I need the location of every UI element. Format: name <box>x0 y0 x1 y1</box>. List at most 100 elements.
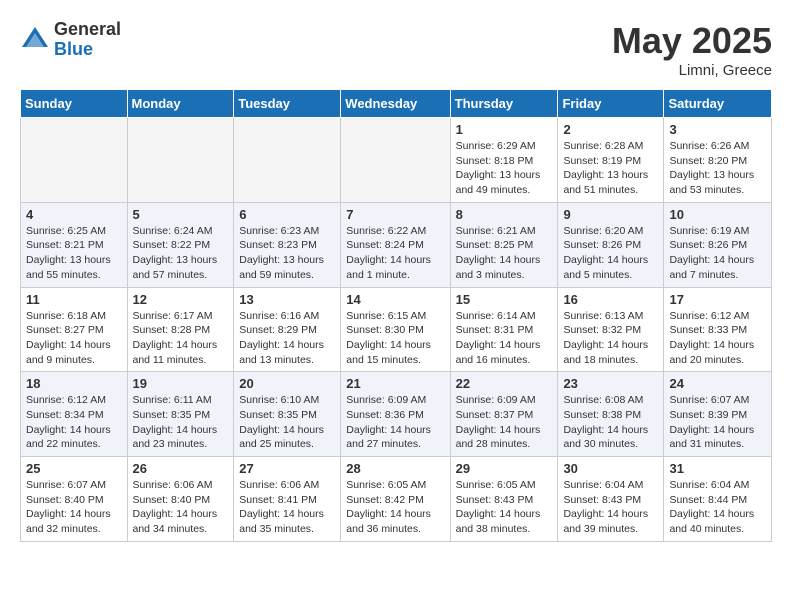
weekday-header: Friday <box>558 90 664 118</box>
day-info: Sunrise: 6:19 AMSunset: 8:26 PMDaylight:… <box>669 224 766 283</box>
day-number: 23 <box>563 376 658 391</box>
calendar-day-cell: 14Sunrise: 6:15 AMSunset: 8:30 PMDayligh… <box>341 287 450 372</box>
day-number: 8 <box>456 207 553 222</box>
month-title: May 2025 <box>612 20 772 62</box>
day-number: 24 <box>669 376 766 391</box>
day-number: 9 <box>563 207 658 222</box>
day-number: 2 <box>563 122 658 137</box>
calendar-week-row: 18 Sunrise: 6:12 AMSunset: 8:34 PMDayligh… <box>21 372 772 457</box>
title-block: May 2025 Limni, Greece <box>612 20 772 79</box>
day-info: Sunrise: 6:04 AMSunset: 8:44 PMDaylight:… <box>669 478 766 537</box>
calendar-day-cell: 31 Sunrise: 6:04 AMSunset: 8:44 PMDayligh… <box>664 457 772 542</box>
day-number: 21 <box>346 376 444 391</box>
logo-general: General <box>54 20 121 40</box>
day-info: Sunrise: 6:28 AMSunset: 8:19 PMDaylight:… <box>563 139 658 198</box>
calendar-day-cell: 27 Sunrise: 6:06 AMSunset: 8:41 PMDayligh… <box>234 457 341 542</box>
day-info: Sunrise: 6:21 AMSunset: 8:25 PMDaylight:… <box>456 224 553 283</box>
day-number: 11 <box>26 292 122 307</box>
day-number: 7 <box>346 207 444 222</box>
calendar-day-cell: 19 Sunrise: 6:11 AMSunset: 8:35 PMDayligh… <box>127 372 234 457</box>
calendar-day-cell: 16 Sunrise: 6:13 AMSunset: 8:32 PMDayligh… <box>558 287 664 372</box>
day-info: Sunrise: 6:25 AMSunset: 8:21 PMDaylight:… <box>26 224 122 283</box>
day-info: Sunrise: 6:26 AMSunset: 8:20 PMDaylight:… <box>669 139 766 198</box>
calendar-day-cell: 3 Sunrise: 6:26 AMSunset: 8:20 PMDaylight… <box>664 118 772 203</box>
day-info: Sunrise: 6:22 AMSunset: 8:24 PMDaylight:… <box>346 224 444 283</box>
day-info: Sunrise: 6:09 AMSunset: 8:37 PMDaylight:… <box>456 393 553 452</box>
calendar-day-cell: 25 Sunrise: 6:07 AMSunset: 8:40 PMDayligh… <box>21 457 128 542</box>
logo-text: General Blue <box>54 20 121 60</box>
day-info: Sunrise: 6:16 AMSunset: 8:29 PMDaylight:… <box>239 309 335 368</box>
day-info: Sunrise: 6:07 AMSunset: 8:39 PMDaylight:… <box>669 393 766 452</box>
day-number: 1 <box>456 122 553 137</box>
day-number: 13 <box>239 292 335 307</box>
calendar-week-row: 1 Sunrise: 6:29 AMSunset: 8:18 PMDaylight… <box>21 118 772 203</box>
day-number: 16 <box>563 292 658 307</box>
day-number: 5 <box>133 207 229 222</box>
day-number: 26 <box>133 461 229 476</box>
day-info: Sunrise: 6:20 AMSunset: 8:26 PMDaylight:… <box>563 224 658 283</box>
day-number: 12 <box>133 292 229 307</box>
day-number: 29 <box>456 461 553 476</box>
day-number: 18 <box>26 376 122 391</box>
location: Limni, Greece <box>612 62 772 79</box>
calendar-week-row: 4 Sunrise: 6:25 AMSunset: 8:21 PMDaylight… <box>21 202 772 287</box>
day-number: 19 <box>133 376 229 391</box>
calendar-day-cell <box>21 118 128 203</box>
day-number: 27 <box>239 461 335 476</box>
day-info: Sunrise: 6:23 AMSunset: 8:23 PMDaylight:… <box>239 224 335 283</box>
calendar-day-cell: 2 Sunrise: 6:28 AMSunset: 8:19 PMDaylight… <box>558 118 664 203</box>
calendar-day-cell: 26 Sunrise: 6:06 AMSunset: 8:40 PMDayligh… <box>127 457 234 542</box>
calendar-day-cell: 9 Sunrise: 6:20 AMSunset: 8:26 PMDaylight… <box>558 202 664 287</box>
calendar-day-cell: 30 Sunrise: 6:04 AMSunset: 8:43 PMDayligh… <box>558 457 664 542</box>
weekday-header: Tuesday <box>234 90 341 118</box>
calendar-day-cell <box>341 118 450 203</box>
day-info: Sunrise: 6:07 AMSunset: 8:40 PMDaylight:… <box>26 478 122 537</box>
day-number: 22 <box>456 376 553 391</box>
calendar-day-cell: 15Sunrise: 6:14 AMSunset: 8:31 PMDayligh… <box>450 287 558 372</box>
calendar-day-cell <box>234 118 341 203</box>
day-info: Sunrise: 6:29 AMSunset: 8:18 PMDaylight:… <box>456 139 553 198</box>
logo: General Blue <box>20 20 121 60</box>
day-info: Sunrise: 6:04 AMSunset: 8:43 PMDaylight:… <box>563 478 658 537</box>
day-number: 28 <box>346 461 444 476</box>
calendar-day-cell: 8 Sunrise: 6:21 AMSunset: 8:25 PMDaylight… <box>450 202 558 287</box>
day-info: Sunrise: 6:13 AMSunset: 8:32 PMDaylight:… <box>563 309 658 368</box>
calendar-day-cell: 22 Sunrise: 6:09 AMSunset: 8:37 PMDayligh… <box>450 372 558 457</box>
calendar-day-cell <box>127 118 234 203</box>
day-info: Sunrise: 6:10 AMSunset: 8:35 PMDaylight:… <box>239 393 335 452</box>
calendar-day-cell: 13 Sunrise: 6:16 AMSunset: 8:29 PMDayligh… <box>234 287 341 372</box>
day-info: Sunrise: 6:08 AMSunset: 8:38 PMDaylight:… <box>563 393 658 452</box>
day-info: Sunrise: 6:06 AMSunset: 8:41 PMDaylight:… <box>239 478 335 537</box>
day-info: Sunrise: 6:09 AMSunset: 8:36 PMDaylight:… <box>346 393 444 452</box>
weekday-header: Wednesday <box>341 90 450 118</box>
calendar-week-row: 11 Sunrise: 6:18 AMSunset: 8:27 PMDayligh… <box>21 287 772 372</box>
day-info: Sunrise: 6:05 AMSunset: 8:42 PMDaylight:… <box>346 478 444 537</box>
calendar-day-cell: 7 Sunrise: 6:22 AMSunset: 8:24 PMDaylight… <box>341 202 450 287</box>
day-info: Sunrise: 6:05 AMSunset: 8:43 PMDaylight:… <box>456 478 553 537</box>
weekday-header: Thursday <box>450 90 558 118</box>
calendar-day-cell: 4 Sunrise: 6:25 AMSunset: 8:21 PMDaylight… <box>21 202 128 287</box>
calendar-day-cell: 24 Sunrise: 6:07 AMSunset: 8:39 PMDayligh… <box>664 372 772 457</box>
calendar-week-row: 25 Sunrise: 6:07 AMSunset: 8:40 PMDayligh… <box>21 457 772 542</box>
calendar-day-cell: 17Sunrise: 6:12 AMSunset: 8:33 PMDayligh… <box>664 287 772 372</box>
day-number: 25 <box>26 461 122 476</box>
day-number: 15 <box>456 292 553 307</box>
day-number: 4 <box>26 207 122 222</box>
day-info: Sunrise: 6:12 AMSunset: 8:34 PMDaylight:… <box>26 393 122 452</box>
day-info: Sunrise: 6:17 AMSunset: 8:28 PMDaylight:… <box>133 309 229 368</box>
calendar-day-cell: 18 Sunrise: 6:12 AMSunset: 8:34 PMDayligh… <box>21 372 128 457</box>
calendar-day-cell: 11 Sunrise: 6:18 AMSunset: 8:27 PMDayligh… <box>21 287 128 372</box>
calendar-day-cell: 20Sunrise: 6:10 AMSunset: 8:35 PMDayligh… <box>234 372 341 457</box>
day-number: 30 <box>563 461 658 476</box>
day-number: 3 <box>669 122 766 137</box>
calendar-day-cell: 6Sunrise: 6:23 AMSunset: 8:23 PMDaylight… <box>234 202 341 287</box>
day-info: Sunrise: 6:18 AMSunset: 8:27 PMDaylight:… <box>26 309 122 368</box>
day-number: 31 <box>669 461 766 476</box>
day-info: Sunrise: 6:06 AMSunset: 8:40 PMDaylight:… <box>133 478 229 537</box>
day-info: Sunrise: 6:15 AMSunset: 8:30 PMDaylight:… <box>346 309 444 368</box>
logo-blue: Blue <box>54 40 121 60</box>
weekday-header: Monday <box>127 90 234 118</box>
day-info: Sunrise: 6:11 AMSunset: 8:35 PMDaylight:… <box>133 393 229 452</box>
weekday-header: Sunday <box>21 90 128 118</box>
calendar-day-cell: 28 Sunrise: 6:05 AMSunset: 8:42 PMDayligh… <box>341 457 450 542</box>
